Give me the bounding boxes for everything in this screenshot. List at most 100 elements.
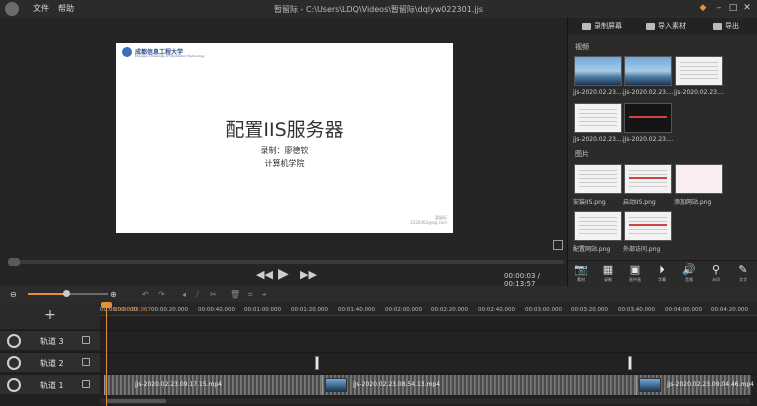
image-thumbnail[interactable] [624, 164, 672, 194]
slide-author: 录制：廖德钦 [260, 146, 309, 155]
thumbnail-highlight [629, 177, 667, 179]
timeline-scrollbar-thumb[interactable] [106, 399, 166, 403]
pip-tool-button[interactable]: ▣ 画中画 [624, 262, 646, 286]
film-reel-icon [7, 356, 21, 370]
zoom-slider-handle[interactable] [63, 290, 70, 297]
track-header-3[interactable]: 轨道 3 [0, 330, 100, 350]
thumbnail-content [680, 62, 718, 80]
video-clip[interactable]: jjs-2020.02.23.08.54.13.mp4 [322, 375, 636, 395]
video-thumbnail[interactable] [624, 56, 672, 86]
track-header-2[interactable]: 轨道 2 [0, 352, 100, 372]
record-icon: ▦ [602, 263, 614, 276]
record-tool-button[interactable]: ▦ 录制 [597, 262, 619, 286]
image-thumbnail[interactable] [624, 211, 672, 241]
zoom-in-icon[interactable]: ⊕ [110, 290, 117, 299]
track-marker[interactable] [628, 356, 632, 370]
image-thumbnail-label: 配置网站.png [573, 246, 611, 253]
time-ruler[interactable]: 00:00:00.000 00:00:03.067 00:00:20.000 00:0… [100, 302, 757, 316]
image-thumbnail[interactable] [574, 164, 622, 194]
clip-name: jjs-2020.02.23.09.17.15.mp4 [135, 381, 222, 388]
video-clip[interactable]: jjs-2020.02.23.09.17.15.mp4 [104, 375, 322, 395]
record-tool-label: 录制 [604, 277, 612, 282]
video-thumbnail[interactable] [624, 103, 672, 133]
ruler-tick: 00:00:20.000 [151, 307, 188, 313]
thumbnail-content [629, 170, 667, 188]
lock-icon[interactable] [82, 336, 90, 344]
ruler-tick: 00:04:20.000 [711, 307, 748, 313]
track-header-1[interactable]: 轨道 1 [0, 374, 100, 394]
close-icon[interactable]: ✕ [741, 2, 753, 14]
watermark-tool-label: 水印 [712, 277, 720, 282]
timeline: ⊖ ⊕ ↶ ↷ ◂ ⧸ ✂ 🗑 ⌗ ⌖ + 00:00:00.000 00:00:… [0, 286, 757, 406]
import-media-tab[interactable]: 导入素材 [646, 21, 686, 31]
playback-progress-handle[interactable] [8, 258, 20, 266]
ruler-tick: 00:01:00.000 [244, 307, 281, 313]
marker-icon[interactable]: ⌖ [262, 290, 267, 300]
film-reel-icon [7, 334, 21, 348]
play-icon[interactable]: ▶ [278, 266, 289, 282]
media-tool-button[interactable]: 📷 素材 [570, 262, 592, 286]
track-marker[interactable] [315, 356, 319, 370]
university-logo-icon [122, 47, 132, 57]
text-tool-label: 文字 [739, 277, 747, 282]
fast-forward-icon[interactable]: ▶▶ [300, 268, 317, 281]
track-lane-1[interactable]: jjs-2020.02.23.09.17.15.mp4 jjs-2020.02.… [100, 374, 757, 395]
undo-icon[interactable]: ↶ [142, 290, 149, 299]
playhead[interactable] [106, 302, 107, 406]
fullscreen-icon[interactable] [553, 240, 563, 250]
current-time-tick: 00:00:03.067 [114, 307, 151, 313]
record-screen-tab[interactable]: 录制屏幕 [582, 21, 622, 31]
minimize-icon[interactable]: – [713, 2, 725, 14]
redo-icon[interactable]: ↷ [158, 290, 165, 299]
film-reel-icon [7, 378, 21, 392]
delete-icon[interactable]: 🗑 [230, 290, 240, 299]
ruler-tick: 00:03:40.000 [618, 307, 655, 313]
video-thumbnail-label: jjs-2020.02.23.... [573, 136, 624, 143]
maximize-icon[interactable]: □ [727, 2, 739, 14]
watermark-tool-button[interactable]: ⚲ 水印 [705, 262, 727, 286]
audio-tool-button[interactable]: 🔊 音频 [678, 262, 700, 286]
thumbnail-content [579, 217, 617, 235]
track-lane-3[interactable] [100, 330, 757, 350]
audio-tool-label: 音频 [685, 277, 693, 282]
timeline-toolbar: ⊖ ⊕ ↶ ↷ ◂ ⧸ ✂ 🗑 ⌗ ⌖ [0, 286, 757, 302]
ruler-tick: 00:02:00.000 [385, 307, 422, 313]
image-thumbnail-label: 外部访问.png [623, 246, 661, 253]
text-tool-button[interactable]: ✎ 文字 [732, 262, 754, 286]
watermark-line2: 2220062@qq.com [410, 220, 447, 225]
export-tab[interactable]: 导出 [713, 21, 739, 31]
prev-frame-icon[interactable]: ◂ [182, 290, 186, 299]
add-track-button[interactable]: + [0, 302, 100, 329]
video-clip[interactable]: jjs-2020.02.23.09.04.46.mp4 [636, 375, 754, 395]
title-bar: 文件 帮助 暂留际 - C:\Users\LDQ\Videos\暂留际\dqly… [0, 0, 757, 18]
import-media-label: 导入素材 [658, 22, 686, 30]
preview-slide: 成都信息工程大学 Chengdu University of Informati… [116, 43, 453, 233]
video-thumbnail-label: jjs-2020.02.23.... [623, 89, 674, 96]
video-thumbnail[interactable] [574, 103, 622, 133]
subtitle-tool-label: 字幕 [658, 277, 666, 282]
rewind-icon[interactable]: ◀◀ [256, 268, 273, 281]
track-lane-2[interactable] [100, 352, 757, 372]
image-thumbnail[interactable] [574, 211, 622, 241]
playback-progress-track[interactable] [8, 260, 564, 264]
video-thumbnail[interactable] [675, 56, 723, 86]
skin-icon[interactable]: ◆ [697, 2, 709, 14]
zoom-out-icon[interactable]: ⊖ [10, 290, 17, 299]
video-thumbnail[interactable] [574, 56, 622, 86]
lock-icon[interactable] [82, 358, 90, 366]
camera-icon: 📷 [574, 263, 588, 276]
lock-icon[interactable] [82, 380, 90, 388]
image-thumbnail[interactable] [675, 164, 723, 194]
stamp-icon: ⚲ [711, 263, 721, 276]
speaker-icon: 🔊 [682, 263, 696, 276]
crop-icon[interactable]: ⌗ [248, 290, 253, 300]
pen-icon: ✎ [738, 263, 748, 276]
subtitle-tool-button[interactable]: ⏵ 字幕 [651, 262, 673, 286]
cut-icon[interactable]: ✂ [210, 290, 217, 299]
zoom-slider-fill [28, 293, 66, 295]
ruler-tick: 00:03:00.000 [525, 307, 562, 313]
ruler-tick: 00:02:40.000 [478, 307, 515, 313]
subtitle-icon: ⏵ [659, 263, 665, 276]
split-icon[interactable]: ⧸ [196, 290, 199, 300]
timeline-scrollbar[interactable] [100, 398, 750, 404]
